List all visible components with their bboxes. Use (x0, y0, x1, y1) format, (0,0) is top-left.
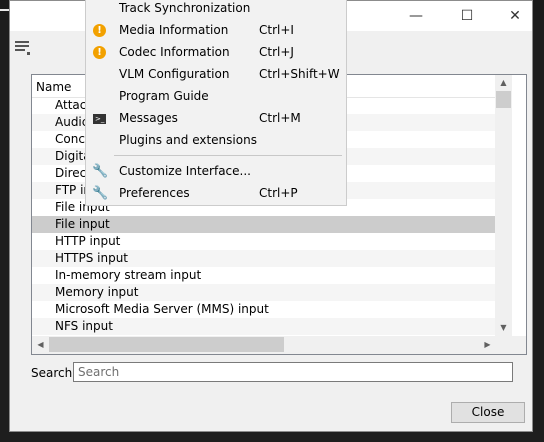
menu-item-shortcut: Ctrl+J (259, 45, 294, 59)
menu-item-shortcut: Ctrl+Shift+W (259, 67, 340, 81)
list-item[interactable]: Memory input (32, 284, 495, 301)
info-icon: ! (92, 23, 108, 39)
wrench-icon: 🔧 (92, 186, 109, 201)
menu-item-label: Customize Interface... (119, 164, 251, 178)
scroll-up-arrow-icon[interactable]: ▲ (495, 75, 512, 91)
scroll-corner (512, 336, 526, 354)
menu-list-icon[interactable] (15, 39, 33, 55)
wrench-icon: 🔧 (92, 164, 109, 179)
search-input[interactable] (73, 362, 513, 382)
menu-item-shortcut: Ctrl+M (259, 111, 301, 125)
maximize-icon[interactable]: ☐ (458, 7, 476, 25)
scroll-right-arrow-icon[interactable]: ▶ (479, 337, 496, 353)
vertical-scrollbar[interactable]: ▲ ▼ (495, 75, 512, 336)
menu-item-media-information[interactable]: ! Media Information Ctrl+I (86, 20, 346, 42)
list-item[interactable]: NFS input (32, 318, 495, 335)
info-icon: ! (92, 45, 108, 61)
scroll-left-arrow-icon[interactable]: ◀ (32, 337, 49, 353)
list-item[interactable]: Microsoft Media Server (MMS) input (32, 301, 495, 318)
list-item[interactable]: In-memory stream input (32, 267, 495, 284)
menu-item-label: VLM Configuration (119, 67, 230, 81)
menu-item-codec-information[interactable]: ! Codec Information Ctrl+J (86, 42, 346, 64)
menu-item-label: Codec Information (119, 45, 230, 59)
menu-item-label: Track Synchronization (119, 1, 251, 15)
menu-item-shortcut: Ctrl+P (259, 186, 298, 200)
list-item[interactable]: HTTP input (32, 233, 495, 250)
minimize-icon[interactable]: — (407, 7, 425, 25)
menu-item-program-guide[interactable]: Program Guide (86, 86, 346, 108)
menu-item-shortcut: Ctrl+I (259, 23, 294, 37)
search-label: Search: (31, 366, 77, 380)
menu-item-label: Messages (119, 111, 178, 125)
menu-item-label: Media Information (119, 23, 229, 37)
menu-item-label: Plugins and extensions (119, 133, 257, 147)
list-item[interactable]: File input (32, 216, 495, 233)
tools-context-menu: Track Synchronization! Media Information C… (85, 0, 347, 206)
terminal-icon: >_ (93, 114, 106, 124)
vertical-scroll-thumb[interactable] (496, 91, 511, 108)
close-button[interactable]: Close (451, 402, 525, 423)
close-icon[interactable]: ✕ (506, 7, 524, 25)
menu-item-preferences[interactable]: 🔧 Preferences Ctrl+P (86, 183, 346, 205)
menu-item-customize-interface[interactable]: 🔧 Customize Interface... (86, 161, 346, 183)
horizontal-scrollbar[interactable]: ◀ ▶ (32, 336, 512, 354)
menu-item-label: Program Guide (119, 89, 209, 103)
menu-item-plugins-and-extensions[interactable]: Plugins and extensions (86, 130, 346, 152)
menu-item-label: Preferences (119, 186, 190, 200)
scroll-down-arrow-icon[interactable]: ▼ (495, 320, 512, 336)
menu-item-track-synchronization[interactable]: Track Synchronization (86, 0, 346, 20)
list-header-label: Name (36, 80, 72, 94)
menu-item-vlm-configuration[interactable]: VLM Configuration Ctrl+Shift+W (86, 64, 346, 86)
menu-separator (114, 155, 342, 156)
horizontal-scroll-thumb[interactable] (49, 337, 284, 352)
menu-item-messages[interactable]: >_ Messages Ctrl+M (86, 108, 346, 130)
list-item[interactable]: HTTPS input (32, 250, 495, 267)
